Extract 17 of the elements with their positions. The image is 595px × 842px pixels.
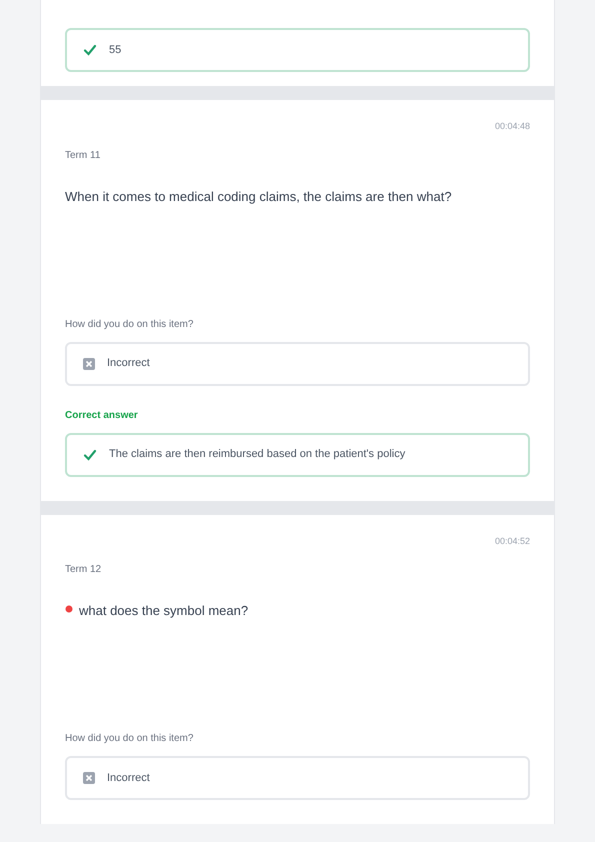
answer-text: The claims are then reimbursed based on the patient's policy [109, 447, 406, 462]
question-text: what does the symbol mean? [79, 602, 248, 620]
answer-text: Incorrect [107, 770, 150, 786]
answer-text: Incorrect [107, 356, 150, 372]
answer-text: 55 [109, 42, 122, 58]
prompt-label: How did you do on this item? [65, 732, 194, 746]
x-icon [83, 358, 95, 370]
time-label: 00:04:48 [494, 120, 530, 133]
check-icon [83, 43, 97, 57]
question-text: When it comes to medical coding claims, the claims are then what? [65, 188, 452, 206]
check-icon [83, 448, 97, 462]
x-icon [83, 772, 95, 784]
correct-answer-label: Correct answer [65, 408, 139, 422]
term-label: Term 11 [65, 148, 102, 162]
prompt-label: How did you do on this item? [65, 318, 194, 332]
term-label: Term 12 [65, 563, 102, 577]
time-label: 00:04:52 [494, 534, 530, 548]
